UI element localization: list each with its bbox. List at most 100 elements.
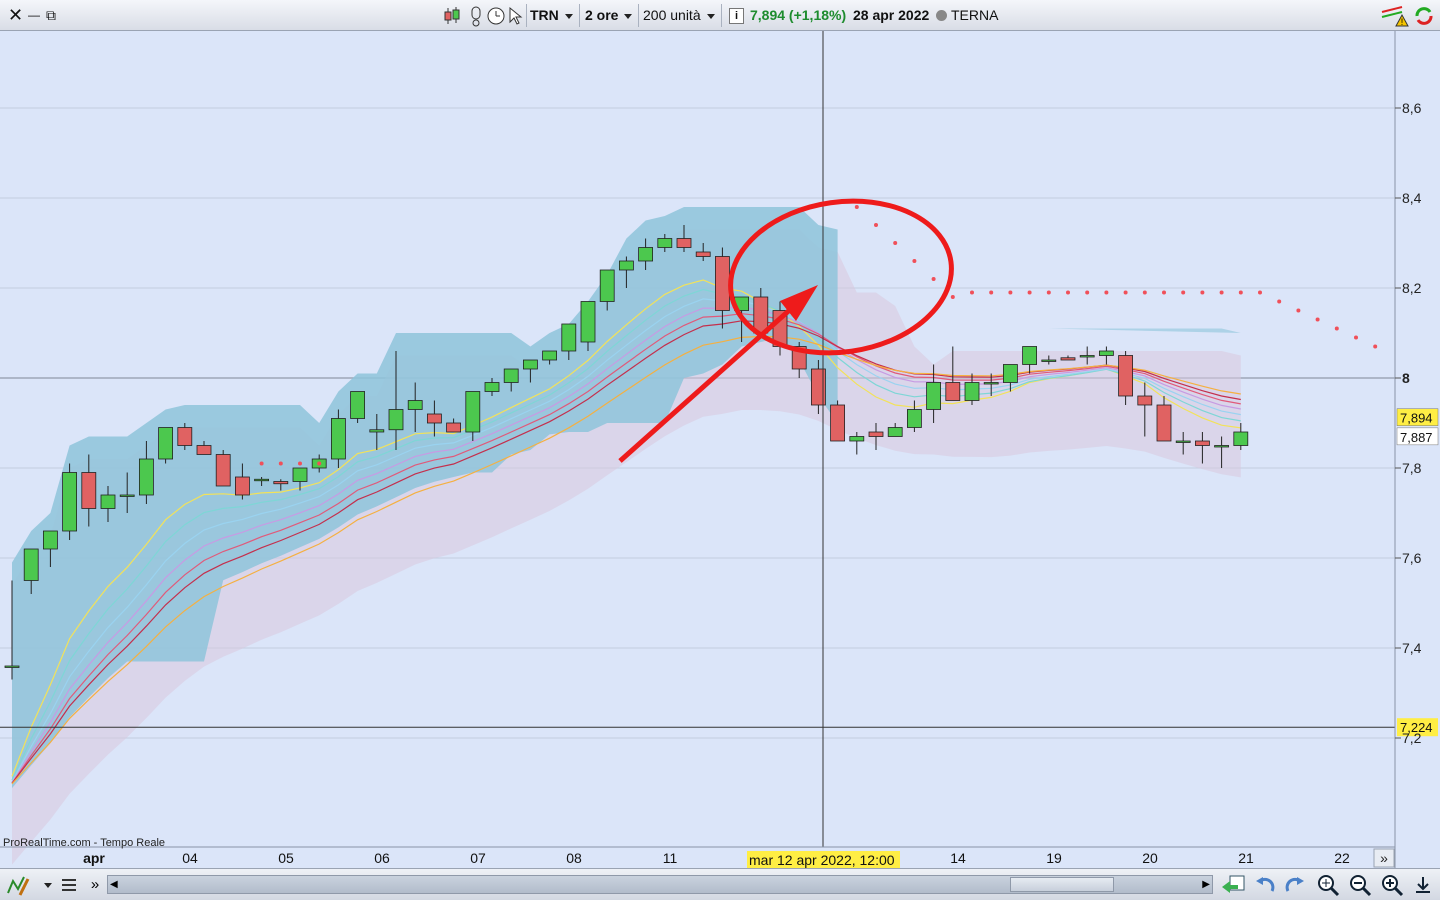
time-tick-label: 22 (1334, 850, 1350, 866)
candle-up (62, 472, 77, 532)
candle-up (1214, 445, 1229, 448)
time-tick-label: apr (83, 850, 105, 866)
candle-up (484, 382, 500, 392)
separator (721, 4, 722, 27)
zoom-in-icon[interactable] (1380, 873, 1404, 897)
candle-down (273, 481, 289, 485)
sar-dot (259, 461, 264, 466)
scroll-right-icon[interactable]: ▶ (1202, 876, 1210, 893)
sar-dot (298, 461, 302, 466)
price-tick-label: 8,4 (1402, 190, 1422, 206)
candle-up (849, 436, 865, 442)
candle-up (4, 665, 20, 668)
price-tick-label: 7,8 (1402, 460, 1422, 476)
candlestick-type-icon[interactable] (442, 6, 462, 26)
time-tick-label: 11 (663, 850, 678, 866)
candle-up (254, 478, 270, 482)
top-toolbar: ✕ — ⧉ TRN 2 ore 200 unità i 7,894 (+1,18… (0, 0, 1440, 31)
clock-icon[interactable] (486, 6, 506, 26)
hand-cursor-icon[interactable] (468, 5, 484, 27)
candle-up (503, 368, 519, 383)
candle-down (753, 296, 769, 334)
time-tick-label: 21 (1238, 850, 1254, 866)
refresh-icon[interactable] (1412, 4, 1436, 28)
drawing-tools-icon[interactable] (6, 873, 32, 897)
pointer-arrow-icon[interactable] (507, 6, 525, 26)
price-chart[interactable]: 7,224 7,27,47,67,888,28,48,68,8 7,8947,8… (0, 31, 1440, 868)
symbol-selector[interactable]: TRN (530, 0, 573, 31)
time-tick-label: 04 (182, 850, 198, 866)
candle-down (1060, 357, 1076, 361)
chart-scrollbar[interactable]: ◀ ▶ (107, 875, 1213, 894)
candle-up (1003, 364, 1018, 383)
restore-icon[interactable]: ⧉ (46, 0, 56, 31)
time-tick-label: 19 (1046, 850, 1062, 866)
price-tick-label: 7,2 (1402, 730, 1422, 746)
candle-up (388, 409, 404, 431)
units-selector[interactable]: 200 unità (643, 0, 715, 31)
scrollbar-thumb[interactable] (1010, 877, 1114, 892)
time-tick-label: 06 (374, 850, 390, 866)
sar-dot (1334, 326, 1339, 331)
alert-warning-icon[interactable]: ! (1380, 4, 1410, 28)
menu-icon[interactable] (60, 876, 78, 894)
watermark: ProRealTime.com - Tempo Reale (3, 837, 165, 849)
market-status-dot (936, 10, 947, 21)
candle-up (1175, 440, 1191, 443)
candle-down (715, 256, 730, 311)
sar-dot (1277, 299, 1282, 304)
sar-dot (1104, 290, 1109, 295)
info-icon[interactable]: i (729, 8, 744, 24)
candle-up (657, 238, 673, 248)
candle-up (292, 467, 308, 482)
crosshair-date-label: mar 12 apr 2022, 12:00 (749, 852, 895, 868)
candle-up (350, 391, 366, 419)
candle-up (23, 548, 39, 581)
zoom-out-icon[interactable] (1348, 873, 1372, 897)
sar-dot (931, 277, 936, 281)
sar-dot (1219, 290, 1224, 295)
price-tick-label: 8,6 (1402, 100, 1422, 116)
candle-up (1099, 350, 1114, 356)
candle-down (1195, 440, 1210, 446)
candle-up (100, 494, 116, 509)
zoom-fit-icon[interactable] (1316, 873, 1340, 897)
timeframe-selector[interactable]: 2 ore (585, 0, 633, 31)
sar-dot (854, 205, 859, 209)
candle-up (407, 400, 423, 410)
svg-text:!: ! (1401, 17, 1404, 27)
undo-icon[interactable] (1254, 875, 1276, 895)
redo-icon[interactable] (1284, 875, 1306, 895)
scroll-left-icon[interactable]: ◀ (110, 876, 118, 893)
candle-up (119, 494, 135, 497)
candle-up (638, 247, 653, 262)
candle-up (926, 382, 941, 410)
bottom-toolbar: » ◀ ▶ (0, 868, 1440, 900)
calendar-arrow-icon[interactable] (1220, 873, 1246, 897)
candle-down (945, 382, 961, 401)
quote-date: 28 apr 2022 (853, 7, 930, 23)
close-icon[interactable]: ✕ (8, 0, 23, 31)
sar-dot (989, 290, 994, 295)
price-label-text: 7,887 (1400, 430, 1433, 445)
candle-down (446, 422, 462, 433)
candle-up (1233, 431, 1249, 446)
candle-down (676, 238, 692, 248)
sar-dot (912, 259, 917, 263)
candle-up (369, 429, 385, 433)
candle-up (43, 530, 58, 550)
sar-dot (1027, 290, 1032, 295)
chevron-down-icon[interactable] (44, 883, 52, 888)
units-label: 200 unità (643, 7, 701, 23)
instrument-name: TERNA (951, 7, 999, 23)
candle-down (177, 427, 193, 446)
download-icon[interactable] (1412, 874, 1434, 896)
double-chevron-right-icon: » (1380, 850, 1388, 866)
candle-up (523, 359, 538, 370)
double-chevron-right-icon[interactable]: » (88, 873, 102, 897)
sar-dot (1296, 308, 1301, 313)
timeframe-label: 2 ore (585, 7, 619, 23)
candle-up (1079, 355, 1095, 358)
minimize-icon[interactable]: — (28, 0, 40, 31)
chevron-down-icon (706, 13, 715, 19)
